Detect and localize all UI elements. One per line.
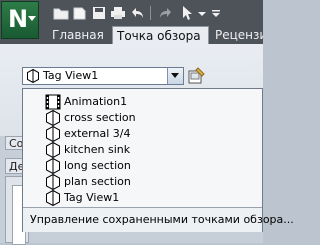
app-menu-chevron-icon	[28, 16, 36, 21]
ribbon-tab-bar: Главная Точка обзора Рецензи	[0, 26, 263, 45]
list-item-animation1[interactable]: Animation1	[45, 94, 225, 110]
save-icon[interactable]	[90, 3, 108, 23]
folder-icon[interactable]	[52, 3, 70, 23]
quick-access-toolbar	[44, 3, 263, 23]
list-item-external-3-4[interactable]: external 3/4	[45, 125, 225, 143]
viewpoint-dropdown-list: Animation1 cross section external 3/4 ki…	[22, 88, 294, 232]
new-doc-icon[interactable]	[71, 3, 89, 23]
list-item-long-section[interactable]: long section	[45, 157, 225, 175]
viewpoint-select[interactable]: Tag View1	[22, 67, 184, 85]
select-cursor-icon[interactable]	[178, 3, 196, 23]
toolbar-divider	[150, 6, 151, 20]
list-item-label: cross section	[64, 111, 136, 124]
viewpoint-select-value: Tag View1	[43, 69, 99, 82]
viewpoint-icon	[26, 68, 40, 86]
tab-viewpoint[interactable]: Точка обзора	[112, 26, 209, 44]
customize-icon[interactable]	[210, 3, 228, 23]
side-tab-1[interactable]: Со	[5, 136, 23, 150]
tab-home[interactable]: Главная	[48, 26, 106, 44]
list-item-kitchen-sink[interactable]: kitchen sink	[45, 141, 225, 159]
list-item-cross-section[interactable]: cross section	[45, 109, 225, 127]
list-item-label: kitchen sink	[64, 143, 131, 156]
tab-review[interactable]: Рецензи	[211, 26, 263, 44]
redo-icon[interactable]	[157, 3, 175, 23]
save-viewpoint-icon	[188, 67, 205, 84]
manage-viewpoints-label: Управление сохраненными точками обзора..…	[30, 213, 294, 226]
side-tab-2[interactable]: Де	[5, 158, 23, 174]
app-menu-button[interactable]: N	[1, 1, 39, 39]
save-viewpoint-button[interactable]	[187, 66, 207, 85]
print-icon[interactable]	[109, 3, 127, 23]
list-item-label: plan section	[64, 175, 131, 188]
undo-icon[interactable]	[128, 3, 146, 23]
app-logo: N	[8, 5, 29, 33]
list-item-tag-view1[interactable]: Tag View1	[45, 189, 225, 207]
chevron-down-icon	[171, 73, 179, 78]
dropdown-arrow-button[interactable]	[167, 68, 183, 84]
list-item-label: long section	[64, 159, 131, 172]
list-item-label: external 3/4	[64, 127, 131, 140]
list-item-label: Tag View1	[64, 191, 120, 204]
manage-viewpoints-item[interactable]: Управление сохраненными точками обзора..…	[23, 207, 294, 232]
list-item-label: Animation1	[64, 95, 128, 108]
list-item-plan-section[interactable]: plan section	[45, 173, 225, 191]
